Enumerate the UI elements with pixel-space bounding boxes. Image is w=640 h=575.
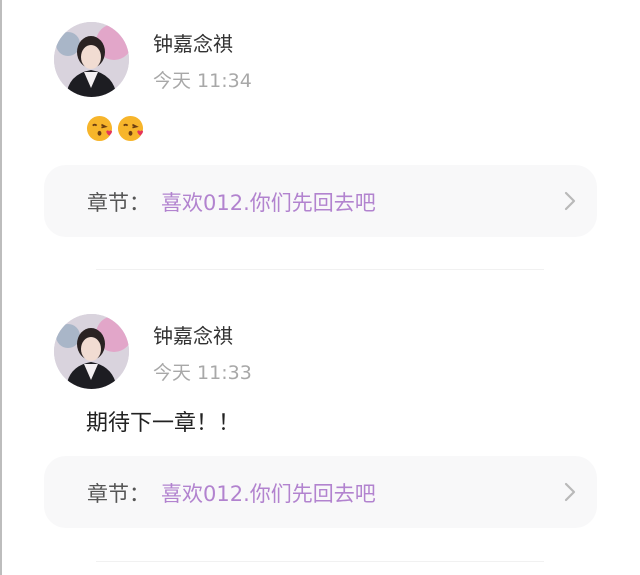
avatar-image — [54, 22, 129, 97]
divider — [96, 269, 544, 270]
username[interactable]: 钟嘉念祺 — [153, 28, 233, 57]
username[interactable]: 钟嘉念祺 — [153, 320, 233, 349]
chapter-link-card[interactable]: 章节： 喜欢012.你们先回去吧 — [44, 165, 597, 237]
timestamp: 今天 11:34 — [153, 70, 252, 92]
comment-content — [86, 115, 144, 142]
chevron-right-icon — [564, 191, 576, 211]
kissing-heart-emoji-icon — [86, 115, 113, 142]
comment-content: 期待下一章！！ — [86, 411, 241, 436]
avatar-image — [54, 314, 129, 389]
chapter-label: 章节： — [87, 482, 150, 506]
divider — [96, 561, 544, 562]
chapter-label: 章节： — [87, 191, 150, 215]
avatar[interactable] — [54, 314, 129, 389]
kissing-heart-emoji-icon — [117, 115, 144, 142]
avatar[interactable] — [54, 22, 129, 97]
chapter-link-card[interactable]: 章节： 喜欢012.你们先回去吧 — [44, 456, 597, 528]
chapter-title: 喜欢012.你们先回去吧 — [161, 191, 376, 215]
chevron-right-icon — [564, 482, 576, 502]
timestamp: 今天 11:33 — [153, 362, 252, 384]
chapter-title: 喜欢012.你们先回去吧 — [161, 482, 376, 506]
window-edge — [0, 0, 2, 575]
